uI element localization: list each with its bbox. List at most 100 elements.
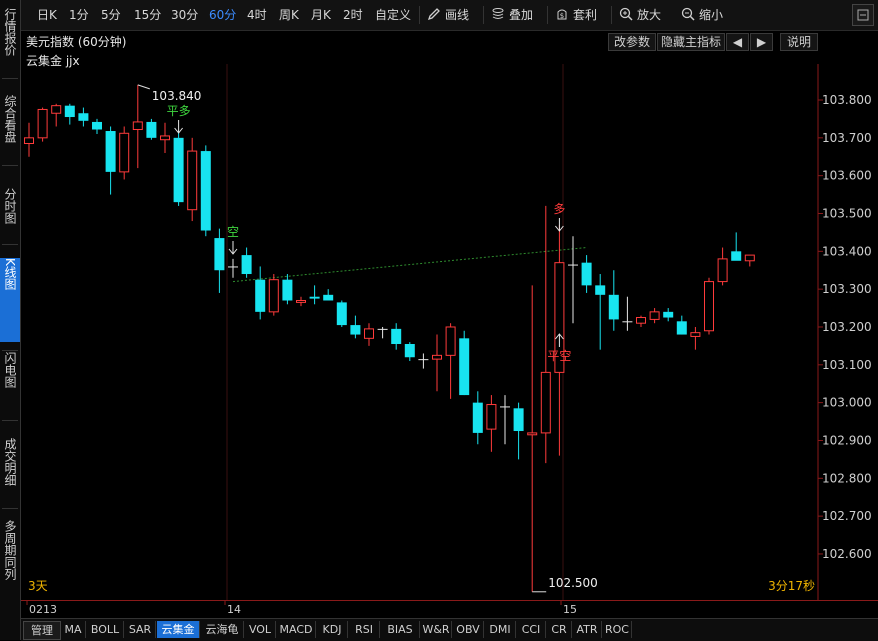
candle-body — [690, 332, 701, 337]
candle[interactable] — [78, 107, 89, 127]
trade-signal: 平多 — [167, 104, 191, 134]
candle-body — [173, 137, 184, 203]
candle[interactable] — [717, 247, 728, 286]
indicator-tab-14[interactable]: CCI — [517, 621, 546, 638]
candle-body — [78, 113, 89, 121]
candle[interactable] — [24, 122, 34, 157]
candle[interactable] — [132, 84, 143, 169]
candle-body — [472, 402, 483, 433]
candle[interactable] — [486, 395, 497, 452]
candle-body — [64, 105, 75, 118]
candle[interactable] — [146, 118, 157, 140]
indicator-tab-11[interactable]: W&R — [421, 621, 452, 638]
y-tick-label: 103.100 — [822, 358, 872, 372]
candle[interactable] — [255, 266, 266, 320]
candle[interactable] — [540, 205, 551, 464]
indicator-tab-8[interactable]: KDJ — [317, 621, 348, 638]
candle[interactable] — [432, 334, 442, 392]
candle[interactable] — [445, 323, 456, 399]
candle-body — [391, 328, 402, 345]
candle[interactable] — [622, 296, 633, 331]
indicator-tab-7[interactable]: MACD — [277, 621, 316, 638]
candle[interactable] — [459, 330, 470, 396]
candle[interactable] — [377, 326, 388, 339]
candle[interactable] — [636, 315, 646, 327]
candle[interactable] — [228, 258, 238, 278]
candle[interactable] — [160, 122, 170, 153]
candle[interactable] — [214, 228, 225, 293]
candle[interactable] — [51, 103, 62, 127]
candle[interactable] — [268, 274, 279, 316]
candlestick-chart[interactable]: 103.800 103.700 103.600 103.500 103.400 103.3… — [0, 0, 878, 640]
indicator-tab-15[interactable]: CR — [547, 621, 572, 638]
candle-body — [513, 408, 524, 432]
candle[interactable] — [608, 270, 619, 331]
candle-body — [540, 371, 551, 434]
indicator-tab-0[interactable]: 管理 — [23, 621, 61, 640]
candle[interactable] — [200, 145, 211, 237]
candle[interactable] — [336, 300, 347, 327]
candle[interactable] — [568, 236, 578, 324]
candle[interactable] — [64, 103, 75, 125]
candle[interactable] — [119, 126, 130, 180]
candle-body — [649, 311, 660, 320]
high-marker-line — [137, 84, 150, 90]
candle[interactable] — [472, 391, 483, 445]
candle[interactable] — [581, 255, 592, 293]
candle[interactable] — [676, 315, 687, 335]
candle[interactable] — [704, 277, 714, 335]
indicator-tab-16[interactable]: ATR — [573, 621, 602, 638]
candle[interactable] — [350, 315, 361, 339]
candle-body — [676, 321, 687, 335]
candle[interactable] — [649, 308, 660, 324]
indicator-tab-10[interactable]: BIAS — [381, 621, 420, 638]
trendline[interactable] — [232, 247, 587, 283]
candle-body — [622, 321, 633, 323]
candle[interactable] — [241, 247, 252, 278]
candle[interactable] — [731, 232, 742, 261]
candle[interactable] — [404, 342, 415, 362]
candle[interactable] — [282, 274, 293, 305]
high-price-label: 103.840 — [152, 89, 202, 103]
candle[interactable] — [309, 285, 320, 305]
candle[interactable] — [663, 308, 674, 322]
indicator-tab-2[interactable]: BOLL — [87, 621, 124, 638]
indicator-tab-4[interactable]: 云集金 — [157, 621, 200, 638]
candle[interactable] — [500, 395, 510, 445]
candle-body — [24, 137, 34, 145]
candle[interactable] — [527, 285, 538, 592]
candle[interactable] — [391, 323, 402, 350]
candle[interactable] — [690, 326, 701, 350]
x-tick-label: 0213 — [29, 603, 57, 616]
y-tick-label: 103.500 — [822, 206, 872, 220]
candle-body — [432, 354, 442, 360]
candle[interactable] — [173, 130, 184, 206]
candle-body — [486, 404, 497, 430]
candle[interactable] — [513, 402, 524, 460]
candle[interactable] — [595, 274, 606, 350]
candle-body — [744, 254, 755, 262]
indicator-tab-3[interactable]: SAR — [125, 621, 156, 638]
days-label: 3天 — [28, 579, 48, 593]
candle[interactable] — [744, 254, 755, 267]
indicator-tab-1[interactable]: MA — [61, 621, 86, 638]
indicator-tab-6[interactable]: VOL — [245, 621, 276, 638]
signal-label: 多 — [553, 202, 565, 216]
indicator-tab-17[interactable]: ROC — [603, 621, 632, 638]
candle-body — [500, 406, 510, 408]
candle-body — [663, 311, 674, 318]
candle[interactable] — [296, 296, 306, 307]
indicator-tab-13[interactable]: DMI — [485, 621, 516, 638]
candle-body — [146, 121, 157, 138]
candle[interactable] — [92, 118, 102, 135]
indicator-tab-9[interactable]: RSI — [349, 621, 380, 638]
candle[interactable] — [37, 107, 48, 142]
indicator-tab-12[interactable]: OBV — [453, 621, 484, 638]
candle[interactable] — [105, 126, 116, 195]
indicator-tab-5[interactable]: 云海龟 — [201, 621, 244, 638]
candle[interactable] — [364, 323, 374, 346]
candle[interactable] — [418, 353, 429, 369]
candle-body — [418, 359, 429, 361]
candle[interactable] — [187, 137, 198, 222]
candle[interactable] — [323, 289, 334, 301]
